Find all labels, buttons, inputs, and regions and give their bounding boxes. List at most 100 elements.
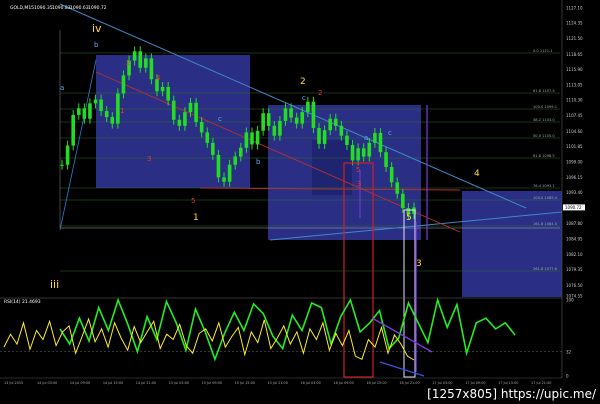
wave-label-blue: c [388, 129, 392, 137]
candle-body [110, 117, 115, 124]
time-tick-label: 17 Jul 21:00 [531, 381, 551, 385]
time-tick-label: 14 Jul 15:00 [103, 381, 123, 385]
candle-body [199, 121, 204, 133]
wave-label-red: 3 [357, 180, 361, 188]
price-tick-label: 1124.35 [566, 21, 583, 26]
wave-label-blue: c [218, 115, 222, 123]
fib-label: 61.8 1098.5 [533, 154, 555, 158]
candle-body [160, 86, 165, 92]
price-tick-label: 1082.10 [566, 252, 583, 257]
price-tick-label: 1099.00 [566, 160, 583, 165]
time-tick-label: 17 Jul 15:00 [498, 381, 518, 385]
candle-body [233, 156, 238, 165]
candle-body [99, 99, 103, 112]
price-chart: 0.0 1121.1 61.8 1107.5 100.0 1099.1 38.2 11… [0, 0, 600, 404]
candle-body [88, 103, 92, 119]
time-tick-label: 14 Jul 03:00 [37, 381, 57, 385]
ohlc-open: 1090.35 [34, 5, 53, 11]
rect-zone-small [312, 140, 352, 195]
candle-body [71, 114, 75, 146]
time-tick-label: 13 Jul 2015 [4, 381, 23, 385]
wave-label-red: 4 [156, 74, 161, 82]
candle-body [138, 51, 143, 68]
candle-body [60, 164, 64, 166]
time-tick-label: 16 Jul 09:00 [333, 381, 353, 385]
wave-label-blue: c [302, 94, 306, 102]
candle-body [384, 152, 388, 167]
candle-body [339, 125, 344, 136]
price-tick-label: 1113.05 [566, 83, 583, 88]
price-tick-label: 1096.15 [566, 175, 583, 180]
fib-label: 161.8 1084.0 [533, 222, 558, 226]
wave-label-blue: b [256, 158, 261, 166]
candle-body [294, 117, 299, 124]
time-tick-label: 15 Jul 15:00 [235, 381, 255, 385]
candle-body [300, 112, 305, 124]
time-tick-label: 16 Jul 03:00 [300, 381, 320, 385]
time-tick-label: 16 Jul 15:00 [366, 381, 386, 385]
price-tick-label: 1104.60 [566, 129, 583, 134]
candle-body [395, 182, 400, 194]
rect-zone-3 [462, 191, 562, 297]
candle-body [144, 58, 148, 68]
wave-label-blue: a [364, 134, 368, 142]
candle-body [283, 108, 288, 121]
candle-body [238, 147, 243, 157]
candle-body [255, 130, 260, 145]
candle-body [289, 108, 293, 118]
candle-body [367, 142, 372, 157]
wave-label-blue: b [94, 41, 99, 49]
wave-label-red: 2 [318, 89, 322, 97]
candle-body [166, 86, 170, 101]
candle-body [345, 135, 349, 146]
candle-body [132, 51, 137, 61]
wave-label-yellow: 1 [193, 213, 199, 223]
candle-body [188, 102, 193, 113]
candle-body [350, 145, 355, 161]
candle-body [244, 132, 249, 148]
candle-body [183, 112, 187, 126]
watermark: [1257x805] https://upic.me/ [427, 387, 596, 401]
time-tick-label: 15 Jul 21:00 [268, 381, 288, 385]
time-tick-label: 15 Jul 09:00 [202, 381, 222, 385]
candle-body [171, 100, 176, 120]
fib-label: 76.4 1093.1 [533, 184, 555, 188]
price-tick-label: 1084.95 [566, 237, 583, 242]
candle-body [278, 120, 282, 136]
candle-body [205, 132, 210, 143]
wave-label-red: 1 [120, 107, 124, 115]
candle-body [306, 101, 310, 113]
time-tick-label: 15 Jul 03:00 [169, 381, 189, 385]
candle-body [104, 111, 109, 118]
candle-body [311, 101, 316, 129]
candle-body [149, 58, 154, 80]
price-tick-label: 1079.35 [566, 267, 583, 272]
candle-body [82, 108, 87, 119]
wave-label-yellow: 2 [300, 77, 306, 87]
price-tick-label: 1127.10 [566, 6, 583, 11]
time-tick-label: 16 Jul 21:00 [399, 381, 419, 385]
candle-body [261, 113, 265, 131]
rsi-tick-label: 32 [566, 349, 572, 354]
wave-label-yellow: 5 [406, 213, 412, 223]
price-tick-label: 1087.80 [566, 221, 583, 226]
candle-body [121, 75, 126, 94]
time-tick-label: 14 Jul 21:00 [136, 381, 156, 385]
time-tick-label: 14 Jul 09:00 [70, 381, 90, 385]
candle-body [266, 113, 271, 126]
candle-body [227, 164, 232, 182]
time-tick-label: 17 Jul 09:00 [465, 381, 485, 385]
candle-body [317, 128, 321, 144]
fib-label: 61.8 1107.5 [533, 89, 555, 93]
candle-body [322, 130, 327, 144]
candle-body [65, 145, 70, 165]
price-tick-label: 1093.40 [566, 190, 583, 195]
wave-label-red: 3 [147, 155, 151, 163]
price-tick-label: 1107.45 [566, 113, 583, 118]
candle-body [211, 142, 215, 155]
fib-label: 50.0 1105.0 [533, 134, 555, 138]
candle-body [361, 148, 366, 157]
price-tick-label: 1121.50 [566, 36, 583, 41]
candle-body [272, 125, 277, 136]
candle-body [222, 177, 226, 182]
